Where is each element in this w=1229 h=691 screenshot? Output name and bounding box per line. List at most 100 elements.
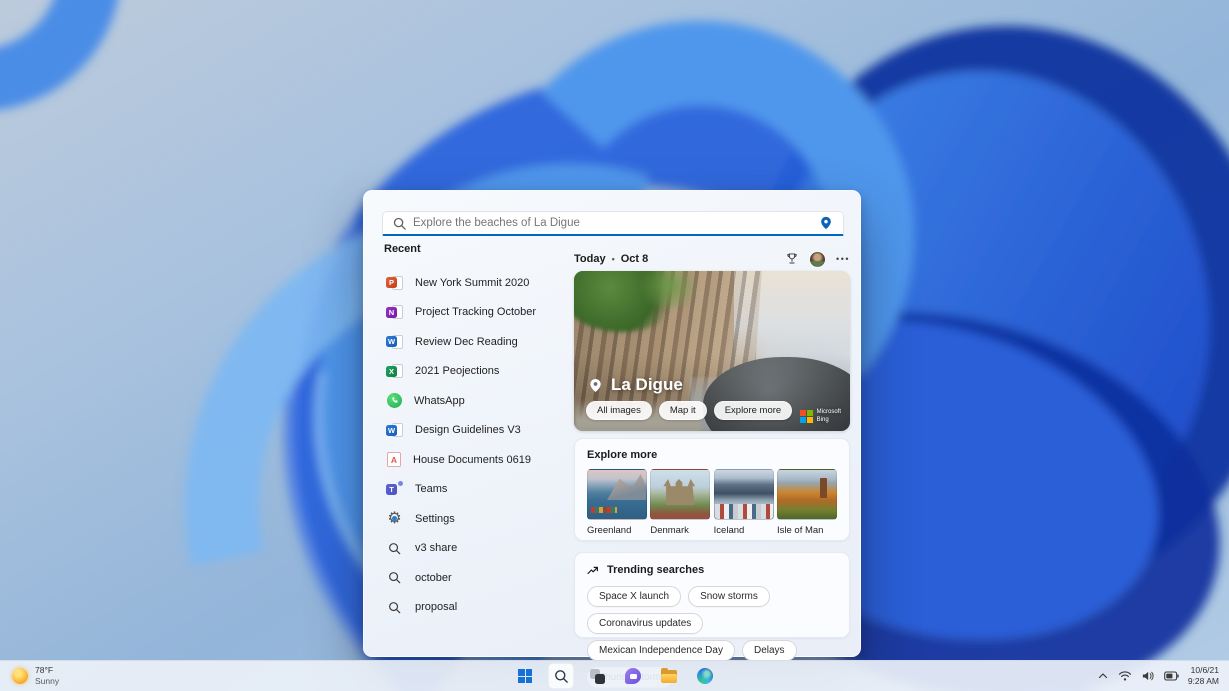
hero-location-name: La Digue xyxy=(611,375,683,395)
explore-item-iceland[interactable]: Iceland xyxy=(714,469,774,536)
explore-item-isle-of-man[interactable]: Isle of Man xyxy=(777,469,837,536)
weather-temperature: 78°F xyxy=(35,665,53,675)
onenote-icon: N xyxy=(386,304,403,320)
search-icon xyxy=(393,217,406,230)
settings-gear-icon: ⚙ xyxy=(386,511,403,527)
recent-item[interactable]: W Design Guidelines V3 xyxy=(384,416,569,446)
recent-section: Recent P New York Summit 2020 N Project … xyxy=(384,243,569,622)
clock-date-display[interactable]: 10/6/21 9:28 AM xyxy=(1188,665,1219,687)
search-icon xyxy=(386,599,403,615)
recent-item-label: WhatsApp xyxy=(414,395,465,407)
teams-icon: T xyxy=(386,481,403,497)
edge-icon xyxy=(697,668,713,684)
recent-item[interactable]: W Review Dec Reading xyxy=(384,327,569,357)
search-flyout-panel: Recent P New York Summit 2020 N Project … xyxy=(363,190,861,657)
search-icon xyxy=(554,669,569,684)
chat-icon xyxy=(625,668,641,684)
start-button[interactable] xyxy=(512,663,538,689)
battery-icon[interactable] xyxy=(1164,671,1179,681)
search-input[interactable] xyxy=(413,217,812,229)
location-pin-icon[interactable] xyxy=(819,216,833,230)
chat-button[interactable] xyxy=(620,663,646,689)
trending-chip[interactable]: Delays xyxy=(742,640,797,661)
word-icon: W xyxy=(386,422,403,438)
search-box[interactable] xyxy=(382,211,844,236)
whatsapp-icon xyxy=(387,393,402,408)
recent-item[interactable]: ⚙ Settings xyxy=(384,504,569,534)
search-icon xyxy=(386,570,403,586)
recent-item[interactable]: X 2021 Peojections xyxy=(384,357,569,387)
more-options-button[interactable]: ••• xyxy=(836,254,850,264)
trending-chip[interactable]: Space X launch xyxy=(587,586,681,607)
explore-item-denmark[interactable]: Denmark xyxy=(650,469,710,536)
hero-image-la-digue[interactable]: La Digue All images Map it Explore more … xyxy=(574,271,850,431)
thumb-label: Denmark xyxy=(650,525,710,536)
user-avatar[interactable] xyxy=(810,252,825,267)
all-images-button[interactable]: All images xyxy=(586,401,652,420)
explore-more-title: Explore more xyxy=(587,449,837,461)
excel-icon: X xyxy=(386,363,403,379)
sunny-weather-icon xyxy=(12,668,28,684)
today-date: Oct 8 xyxy=(621,253,649,265)
pdf-icon: A xyxy=(387,452,401,467)
recent-title: Recent xyxy=(384,243,569,255)
trending-arrow-icon xyxy=(587,564,599,576)
wifi-icon[interactable] xyxy=(1118,670,1132,682)
map-pin-icon xyxy=(588,378,603,393)
rewards-trophy-icon[interactable] xyxy=(785,252,799,266)
recent-item[interactable]: N Project Tracking October xyxy=(384,298,569,328)
thumb-label: Iceland xyxy=(714,525,774,536)
word-icon: W xyxy=(386,334,403,350)
explore-more-card: Explore more Greenland Denmark Iceland I… xyxy=(574,438,850,541)
recent-item-label: Design Guidelines V3 xyxy=(415,424,521,436)
recent-item-label: Review Dec Reading xyxy=(415,336,518,348)
recent-item[interactable]: proposal xyxy=(384,593,569,623)
edge-browser-button[interactable] xyxy=(692,663,718,689)
recent-item[interactable]: october xyxy=(384,563,569,593)
powerpoint-icon: P xyxy=(386,275,403,291)
task-view-button[interactable] xyxy=(584,663,610,689)
windows-logo-icon xyxy=(518,669,532,683)
recent-item[interactable]: P New York Summit 2020 xyxy=(384,268,569,298)
taskbar-weather-widget[interactable]: 78°F Sunny xyxy=(12,665,59,686)
recent-item[interactable]: WhatsApp xyxy=(384,386,569,416)
denmark-thumbnail xyxy=(650,469,710,520)
trending-chip[interactable]: Snow storms xyxy=(688,586,770,607)
isle-of-man-thumbnail xyxy=(777,469,837,520)
file-explorer-button[interactable] xyxy=(656,663,682,689)
today-label: Today xyxy=(574,253,606,265)
microsoft-bing-logo: Microsoft Bing xyxy=(800,409,841,424)
weather-condition: Sunny xyxy=(35,676,59,686)
recent-item-label: Teams xyxy=(415,483,447,495)
taskbar: 78°F Sunny xyxy=(0,660,1229,691)
desktop: Recent P New York Summit 2020 N Project … xyxy=(0,0,1229,691)
system-tray: 10/6/21 9:28 AM xyxy=(1097,665,1219,687)
recent-item-label: proposal xyxy=(415,601,457,613)
task-view-icon xyxy=(590,669,605,684)
search-icon xyxy=(386,540,403,556)
tray-chevron-up-icon[interactable] xyxy=(1097,670,1109,682)
map-it-button[interactable]: Map it xyxy=(659,401,707,420)
recent-item[interactable]: A House Documents 0619 xyxy=(384,445,569,475)
recent-item-label: Settings xyxy=(415,513,455,525)
thumb-label: Isle of Man xyxy=(777,525,837,536)
trending-chip[interactable]: Mexican Independence Day xyxy=(587,640,735,661)
iceland-thumbnail xyxy=(714,469,774,520)
greenland-thumbnail xyxy=(587,469,647,520)
separator-dot: • xyxy=(612,254,615,264)
trending-chip[interactable]: Coronavirus updates xyxy=(587,613,703,634)
folder-icon xyxy=(661,670,677,683)
trending-searches-card: Trending searches Space X launch Snow st… xyxy=(574,552,850,638)
recent-item-label: october xyxy=(415,572,452,584)
explore-item-greenland[interactable]: Greenland xyxy=(587,469,647,536)
search-button[interactable] xyxy=(548,663,574,689)
today-header: Today • Oct 8 ••• xyxy=(574,251,850,267)
volume-icon[interactable] xyxy=(1141,670,1155,682)
trending-title: Trending searches xyxy=(607,564,704,576)
recent-item[interactable]: v3 share xyxy=(384,534,569,564)
tray-date: 10/6/21 xyxy=(1191,665,1219,675)
recent-item-label: 2021 Peojections xyxy=(415,365,499,377)
explore-more-button[interactable]: Explore more xyxy=(714,401,793,420)
recent-item[interactable]: T Teams xyxy=(384,475,569,505)
recent-item-label: Project Tracking October xyxy=(415,306,536,318)
